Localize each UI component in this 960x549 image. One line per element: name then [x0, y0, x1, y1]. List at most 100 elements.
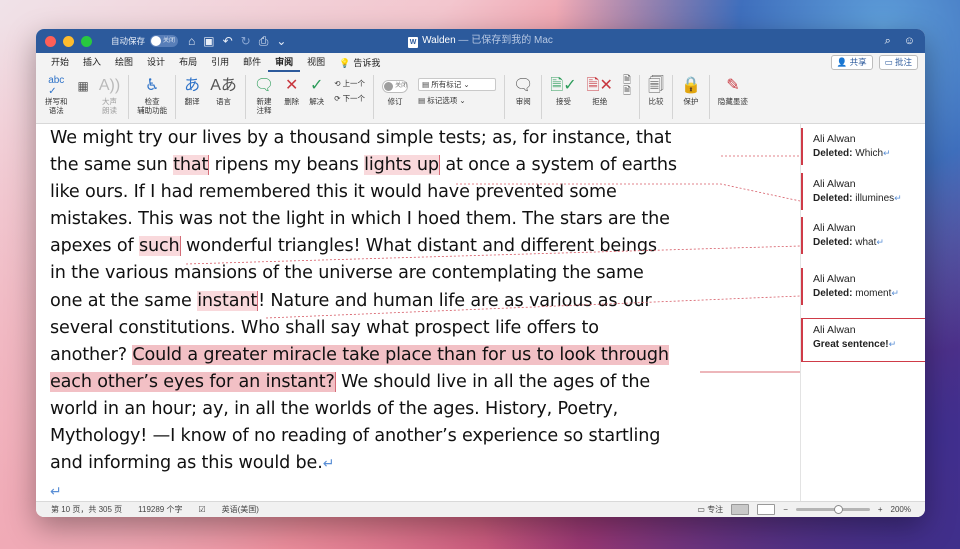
document-body[interactable]: We might try our lives by a thousand sim… [50, 125, 700, 506]
document-line[interactable]: one at the same instant! Nature and huma… [50, 288, 700, 315]
document-line[interactable]: in the various mansions of the universe … [50, 260, 700, 287]
next-comment-button[interactable]: ⟳ 下一个 [334, 93, 365, 104]
body-text: at once a system of earths [439, 155, 677, 176]
language-button[interactable]: Aあ 语言 [210, 75, 237, 106]
read-aloud-label: 大声 朗读 [102, 97, 117, 115]
tab-review[interactable]: 审阅 [268, 54, 301, 72]
read-aloud-button[interactable]: A)) 大声 朗读 [99, 75, 120, 115]
compare-button[interactable]: 🗐 比较 [648, 75, 664, 106]
document-line[interactable]: apexes of such wonderful triangles! What… [50, 233, 700, 260]
accept-icon: 🗎✓ [550, 77, 577, 94]
zoom-slider-knob[interactable] [833, 505, 843, 514]
comments-button[interactable]: ▭ 批注 [878, 55, 918, 70]
close-window-button[interactable] [45, 35, 56, 47]
tab-view[interactable]: 视图 [300, 54, 332, 72]
delete-comment-label: 删除 [284, 97, 300, 106]
ribbon-tabs: 开始 插入 绘图 设计 布局 引用 邮件 审阅 视图 💡 告诉我 👤 共享 ▭ 批… [36, 53, 925, 72]
comment-text: Great sentence! [813, 339, 889, 350]
return-mark-icon: ↵ [876, 237, 884, 247]
minimize-window-button[interactable] [63, 35, 74, 47]
ribbon-divider [671, 75, 673, 119]
tab-home[interactable]: 开始 [44, 54, 76, 72]
change-navigation[interactable]: 🗎 🗎 [623, 75, 631, 97]
zoom-in-icon[interactable]: + [878, 505, 883, 514]
markup-display-dropdown[interactable]: ▤ 所有标记 ⌄ [418, 78, 497, 91]
revision-balloon[interactable]: Ali Alwan Deleted: moment↵ [801, 268, 925, 305]
read-aloud-icon: A)) [98, 77, 121, 94]
revision-balloon[interactable]: Ali Alwan Deleted: what↵ [801, 217, 925, 254]
previous-comment-button[interactable]: ⟲ 上一个 [334, 78, 365, 89]
zoom-out-icon[interactable]: − [783, 505, 788, 514]
paragraph-mark-icon: ↵ [322, 456, 335, 473]
spellcheck-icon: abc ✓ [48, 75, 65, 97]
document-line[interactable]: Mythology! —I know of no reading of anot… [50, 423, 700, 450]
tab-design[interactable]: 设计 [140, 54, 172, 72]
document-line[interactable]: another? Could a greater miracle take pl… [50, 342, 700, 369]
comment-balloon[interactable]: Ali Alwan Great sentence!↵ [801, 318, 925, 362]
fullscreen-window-button[interactable] [81, 35, 92, 47]
tab-mailings[interactable]: 邮件 [236, 54, 268, 72]
share-button[interactable]: 👤 共享 [830, 55, 873, 70]
track-changes-toggle[interactable]: 关闭 修订 [382, 75, 409, 106]
markup-options-button[interactable]: ▤ 标记选项 ⌄ [418, 95, 496, 106]
document-line[interactable]: the same sun that ripens my beans lights… [50, 152, 700, 179]
focus-mode-button[interactable]: ▭ 专注 [697, 504, 723, 515]
customize-toolbar-icon[interactable]: ⌄ [276, 34, 286, 48]
hide-ink-button[interactable]: ✎ 隐藏墨迹 [718, 75, 748, 106]
zoom-level[interactable]: 200% [891, 505, 911, 514]
home-icon[interactable]: ⌂ [188, 34, 195, 48]
previous-label: 上一个 [342, 79, 366, 88]
resolve-icon: ✓ [309, 77, 324, 94]
protect-button[interactable]: 🔒 保护 [681, 75, 701, 106]
reject-change-button[interactable]: 🗎✕ 拒绝 [587, 75, 613, 106]
track-changes-label: 修订 [387, 97, 403, 106]
comment-navigation: ⟲ 上一个 ⟳ 下一个 [334, 75, 365, 104]
tab-layout[interactable]: 布局 [172, 54, 204, 72]
autosave-toggle[interactable]: 关闭 [150, 35, 179, 47]
account-icon[interactable]: ☺ [904, 35, 915, 48]
body-text: several constitutions. Who shall say wha… [50, 317, 599, 338]
revision-balloon[interactable]: Ali Alwan Deleted: Which↵ [801, 128, 925, 165]
accept-change-button[interactable]: 🗎✓ 接受 [550, 75, 576, 106]
commented-text: each other’s eyes for an instant? [50, 371, 336, 392]
body-text: in the various mansions of the universe … [50, 263, 644, 284]
document-area[interactable]: We might try our lives by a thousand sim… [36, 124, 925, 501]
document-line[interactable]: each other’s eyes for an instant? We sho… [50, 369, 700, 396]
document-line[interactable]: and informing as this would be.↵ [50, 450, 700, 478]
word-count[interactable]: 119289 个字 [138, 504, 182, 515]
tell-me-search[interactable]: 💡 告诉我 [332, 54, 387, 72]
word-count-button[interactable]: ▦ [78, 75, 89, 97]
check-accessibility-button[interactable]: ♿ 检查 辅助功能 [137, 75, 167, 115]
balloon-text: moment [855, 288, 892, 299]
language-status[interactable]: 英语(美国) [222, 504, 259, 515]
document-line[interactable]: several constitutions. Who shall say wha… [50, 315, 700, 342]
prev-next-change-icon: 🗎 🗎 [622, 75, 631, 97]
document-line[interactable]: We might try our lives by a thousand sim… [50, 125, 700, 152]
resolve-comment-button[interactable]: ✓ 解决 [309, 75, 324, 106]
undo-icon[interactable]: ↶ [223, 34, 233, 48]
tab-insert[interactable]: 插入 [76, 54, 108, 72]
spelling-grammar-button[interactable]: abc ✓ 拼写和 语法 [45, 75, 68, 115]
print-icon[interactable]: ⎙ [259, 34, 269, 48]
web-layout-view-button[interactable] [757, 504, 776, 515]
document-line[interactable]: world in an hour; ay, in all the worlds … [50, 396, 700, 423]
spelling-label: 拼写和 语法 [45, 97, 68, 115]
save-icon[interactable]: ▣ [203, 34, 214, 48]
delete-comment-button[interactable]: ✕ 删除 [284, 75, 299, 106]
page-count[interactable]: 第 10 页，共 305 页 [51, 504, 122, 515]
document-line[interactable]: like ours. If I had remembered this it w… [50, 179, 700, 206]
redo-icon[interactable]: ↻ [241, 34, 251, 48]
translate-icon: あ [184, 77, 201, 94]
reviewing-pane-button[interactable]: 🗨 审阅 [513, 75, 533, 106]
document-line[interactable]: mistakes. This was not the light in whic… [50, 206, 700, 233]
translate-button[interactable]: あ 翻译 [184, 75, 200, 106]
tab-references[interactable]: 引用 [204, 54, 236, 72]
revision-balloon[interactable]: Ali Alwan Deleted: illumines↵ [801, 173, 925, 210]
zoom-slider[interactable] [795, 505, 870, 514]
tab-draw[interactable]: 绘图 [108, 54, 140, 72]
proofing-status[interactable]: ☑ [198, 505, 205, 514]
new-comment-button[interactable]: 🗨 新建 注释 [254, 75, 274, 115]
return-mark-icon: ↵ [891, 288, 899, 298]
print-layout-view-button[interactable] [731, 504, 750, 515]
search-icon[interactable]: ⌕ [885, 35, 891, 48]
